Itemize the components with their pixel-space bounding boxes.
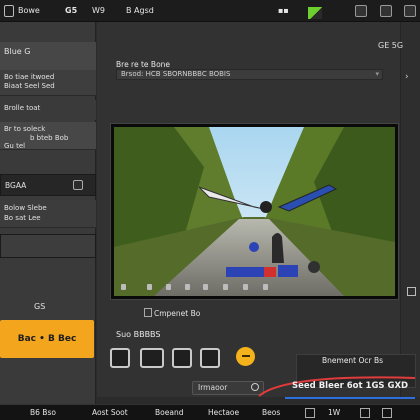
square-icon[interactable]: [305, 408, 315, 418]
control-icon[interactable]: [263, 284, 268, 290]
shape-square-icon[interactable]: [172, 348, 192, 368]
bottom-item[interactable]: B6 Bso: [30, 408, 56, 417]
component-label: Cmpenet Bo: [154, 309, 201, 318]
shape-square-icon[interactable]: [200, 348, 220, 368]
app-label[interactable]: Bowe: [18, 5, 40, 17]
bottom-item[interactable]: Hectaoe: [208, 408, 239, 417]
footer-label: GS: [34, 302, 46, 311]
square-icon[interactable]: [4, 5, 14, 17]
shape-square-icon[interactable]: [110, 348, 130, 368]
panel-block[interactable]: Br to soleck b bteb Bob Gu tel: [0, 122, 96, 150]
app-code[interactable]: G5: [65, 5, 77, 17]
window-icon[interactable]: [404, 5, 416, 17]
control-icon[interactable]: [166, 284, 171, 290]
bottom-item[interactable]: Beos: [262, 408, 280, 417]
window-icon[interactable]: [380, 5, 392, 17]
flag-icon[interactable]: [308, 7, 322, 19]
square-icon[interactable]: [360, 408, 370, 418]
record-icon[interactable]: [236, 347, 255, 366]
primary-action-button[interactable]: Bac • B Bec: [0, 320, 94, 358]
control-icon[interactable]: [223, 284, 228, 290]
expand-icon[interactable]: [407, 287, 416, 296]
scene-image: [114, 127, 395, 296]
video-viewport[interactable]: [111, 124, 398, 299]
bottom-item[interactable]: Aost Soot: [92, 408, 128, 417]
top-toolbar: Bowe G5 W9 B Agsd ▪▪: [0, 0, 420, 22]
square-icon[interactable]: [382, 408, 392, 418]
right-label: GE 5G: [378, 41, 404, 50]
mode-label[interactable]: W9: [92, 5, 105, 17]
document-title: B Agsd: [126, 6, 154, 15]
source-select[interactable]: Brsod: HCB SBORNBBBC BOBIS ▾: [116, 69, 383, 80]
control-icon[interactable]: [185, 284, 190, 290]
toggle-icon[interactable]: [73, 180, 83, 190]
control-icon[interactable]: [147, 284, 152, 290]
panel-block[interactable]: Brolle toat: [0, 100, 96, 120]
playback-controls: [111, 280, 398, 296]
status-text: Seed Bleer 6ot 1GS GXD: [292, 381, 409, 391]
control-icon[interactable]: [203, 284, 208, 290]
panel-block[interactable]: Bolow Slebe Bo sat Lee: [0, 200, 96, 228]
bottom-item[interactable]: Boeand: [155, 408, 183, 417]
bottom-item[interactable]: 1W: [328, 408, 340, 417]
panel-block[interactable]: Bo tiae itwoed Biaat Seel Sed: [0, 70, 96, 96]
component-icon: [144, 308, 152, 317]
right-rail: [400, 22, 420, 397]
caret-icon[interactable]: ›: [405, 72, 409, 82]
dark-field[interactable]: BGAA: [0, 174, 96, 196]
shape-monitor-icon[interactable]: [140, 348, 164, 368]
control-icon[interactable]: [243, 284, 248, 290]
panel-header: Blue G: [4, 47, 31, 56]
preset-label: Bnement Ocr Bs: [322, 356, 384, 365]
control-icon[interactable]: [121, 284, 126, 290]
caret-down-icon: ▾: [375, 70, 379, 78]
section-label: Suo BBBBS: [116, 330, 161, 339]
empty-field[interactable]: [0, 234, 96, 258]
window-icon[interactable]: [355, 5, 367, 17]
field-label: Bre re te Bone: [116, 60, 171, 69]
bottom-bar: B6 Bso Aost Soot Boeand Hectaoe Beos 1W: [0, 404, 420, 420]
mini-icon[interactable]: ▪▪: [278, 5, 289, 17]
